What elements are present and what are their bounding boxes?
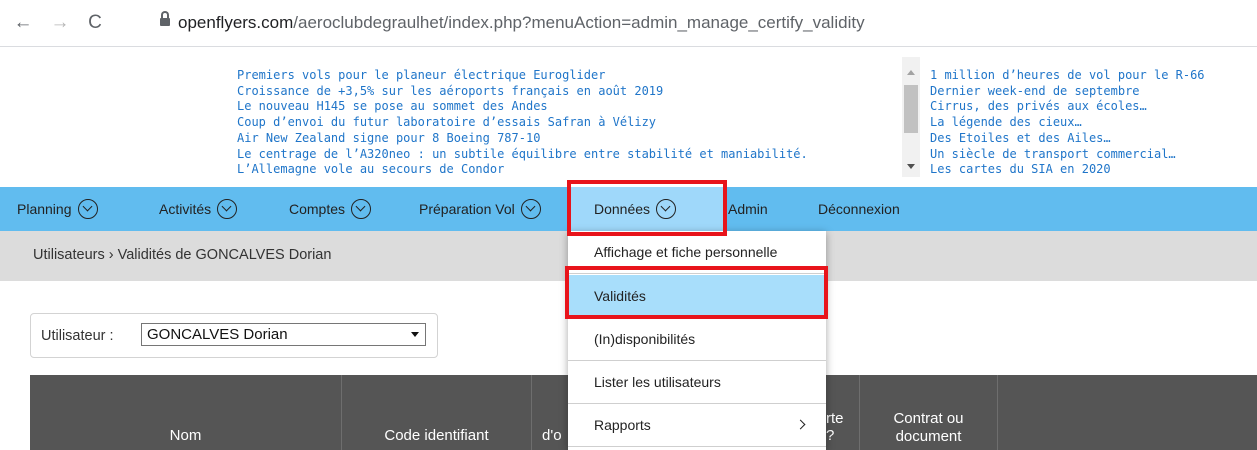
nav-preparation-label: Préparation Vol [419,201,515,217]
news-link[interactable]: Le nouveau H145 se pose au sommet des An… [237,99,808,115]
menu-item-label: Lister les utilisateurs [594,374,721,390]
column-contrat-line2: document [895,428,962,445]
user-select-value: GONCALVES Dorian [147,326,288,343]
menu-item-affichage[interactable]: Affichage et fiche personnelle [568,231,826,274]
reload-icon[interactable]: C [84,12,106,34]
news-link[interactable]: Croissance de +3,5% sur les aéroports fr… [237,84,808,100]
news-scrollbar[interactable] [902,57,920,177]
chevron-down-icon [520,198,541,219]
nav-preparation-vol[interactable]: Préparation Vol [419,187,541,231]
nav-activites-label: Activités [159,201,212,217]
forward-arrow-icon[interactable]: → [49,12,71,34]
column-header-nom[interactable]: Nom [30,375,342,450]
nav-deconnexion-label: Déconnexion [818,201,900,217]
scroll-thumb[interactable] [904,85,918,133]
column-header-contrat[interactable]: Contrat ou document [860,375,998,450]
news-feed-right: 1 million d’heures de vol pour le R-66 D… [930,57,1257,177]
nav-donnees-label: Données [594,201,651,217]
menu-item-indisponibilites[interactable]: (In)disponibilités [568,318,826,361]
menu-item-lister-utilisateurs[interactable]: Lister les utilisateurs [568,361,826,404]
news-link[interactable]: Dernier week-end de septembre [930,84,1205,100]
scroll-up-icon[interactable] [907,70,915,75]
menu-item-validites[interactable]: Validités [568,275,826,318]
news-link[interactable]: Coup d’envoi du futur laboratoire d’essa… [237,115,808,131]
column-header-partial-2[interactable]: rte? [826,375,860,450]
nav-donnees[interactable]: Données [569,187,724,231]
news-link[interactable]: L’Allemagne vole au secours de Condor [237,162,808,177]
chevron-down-icon [217,198,238,219]
nav-comptes[interactable]: Comptes [289,187,372,231]
news-link[interactable]: 1 million d’heures de vol pour le R-66 [930,68,1205,84]
news-link[interactable]: Un siècle de transport commercial… [930,147,1205,163]
nav-deconnexion[interactable]: Déconnexion [818,187,900,231]
dropdown-arrow-icon [411,332,419,337]
url-path: /aeroclubdegraulhet/index.php?menuAction… [293,13,865,32]
url-domain: openflyers.com [178,13,294,32]
donnees-dropdown-menu: Affichage et fiche personnelle Validités… [568,231,826,450]
nav-admin[interactable]: Admin [728,187,768,231]
breadcrumb: Utilisateurs › Validités de GONCALVES Do… [33,247,332,263]
nav-planning[interactable]: Planning [17,187,98,231]
menu-item-label: Rapports [594,417,651,433]
news-link[interactable]: Air New Zealand signe pour 8 Boeing 787-… [237,131,808,147]
address-bar[interactable]: openflyers.com/aeroclubdegraulhet/index.… [178,13,865,33]
column-partial2-top: rte [826,410,844,427]
user-selector-label: Utilisateur : [41,328,114,344]
news-link[interactable]: Le centrage de l’A320neo : un subtile éq… [237,147,808,163]
lock-icon [160,11,170,28]
news-link[interactable]: Des Etoiles et des Ailes… [930,131,1205,147]
column-nom-label: Nom [169,427,202,444]
menu-item-label: Validités [594,288,646,304]
chevron-down-icon [351,198,372,219]
nav-planning-label: Planning [17,201,72,217]
menu-item-rapports[interactable]: Rapports [568,404,826,447]
nav-comptes-label: Comptes [289,201,346,217]
main-nav: Planning Activités Comptes Préparation V… [0,187,1257,231]
browser-toolbar: ← → C openflyers.com/aeroclubdegraulhet/… [0,0,1257,47]
scroll-down-icon[interactable] [907,164,915,169]
chevron-down-icon [77,198,98,219]
column-partial2-bottom: ? [826,427,835,444]
news-link[interactable]: Premiers vols pour le planeur électrique… [237,68,808,84]
news-feed-left: Premiers vols pour le planeur électrique… [237,57,903,177]
nav-activites[interactable]: Activités [159,187,238,231]
news-link[interactable]: Cirrus, des privés aux écoles… [930,99,1205,115]
news-link[interactable]: La légende des cieux… [930,115,1205,131]
chevron-right-icon [795,419,806,430]
news-link[interactable]: Les cartes du SIA en 2020 [930,162,1205,177]
user-selector-panel: Utilisateur : GONCALVES Dorian [30,313,438,358]
menu-item-label: (In)disponibilités [594,331,696,347]
nav-admin-label: Admin [728,201,768,217]
column-contrat-line1: Contrat ou [893,410,964,427]
back-arrow-icon[interactable]: ← [12,12,34,34]
column-header-code[interactable]: Code identifiant [342,375,532,450]
chevron-down-icon [656,198,677,219]
user-select[interactable]: GONCALVES Dorian [141,323,426,346]
column-code-label: Code identifiant [384,427,489,444]
menu-item-label: Affichage et fiche personnelle [594,244,778,260]
